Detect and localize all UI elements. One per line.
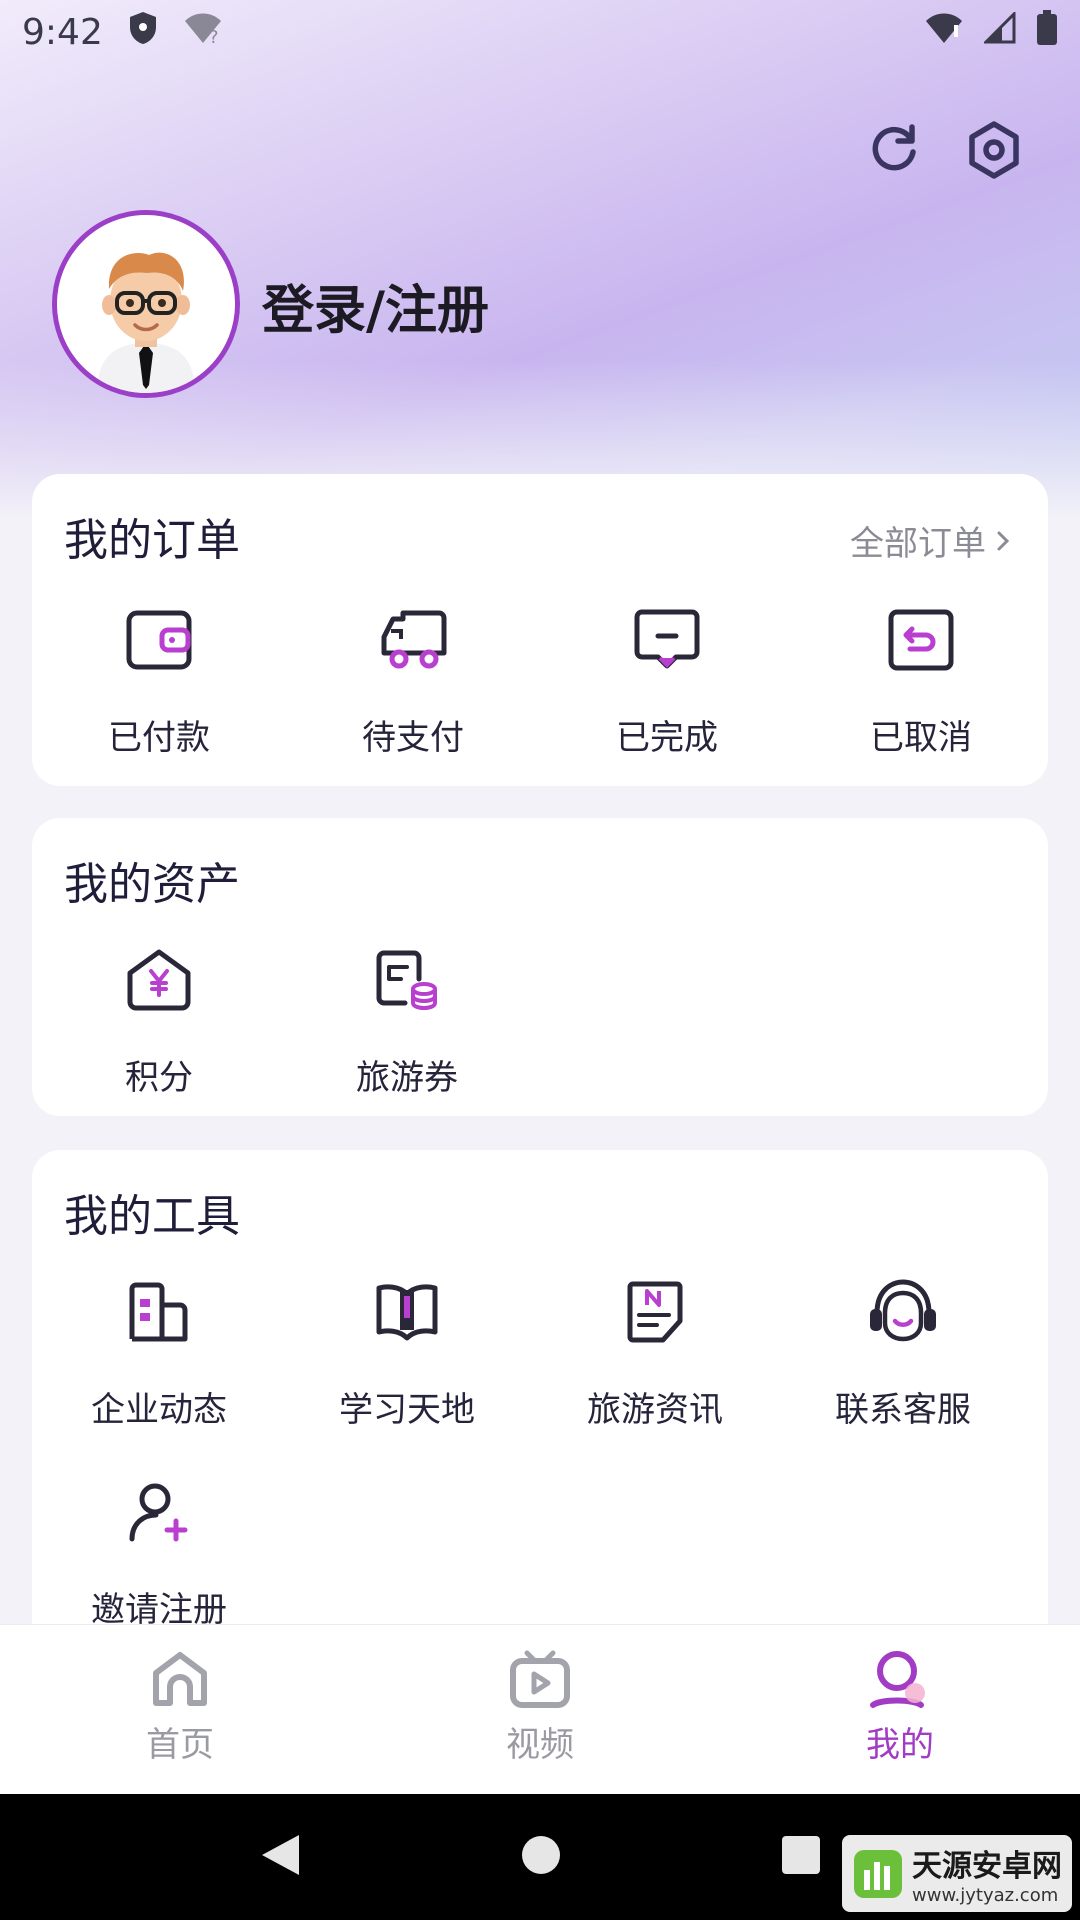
avatar-cartoon-icon — [57, 215, 235, 393]
settings-icon[interactable] — [962, 118, 1026, 182]
back-icon[interactable] — [259, 1832, 301, 1882]
login-register-link[interactable]: 登录/注册 — [262, 268, 489, 343]
nav-video[interactable]: 视频 — [360, 1625, 720, 1794]
wifi-unknown-icon: ? — [183, 11, 223, 54]
learning-item[interactable]: 学习天地 — [280, 1276, 534, 1431]
nav-home[interactable]: 首页 — [0, 1625, 360, 1794]
company-news-item[interactable]: 企业动态 — [32, 1276, 286, 1431]
travel-news-label: 旅游资讯 — [587, 1390, 723, 1430]
assets-card: 我的资产 积分 旅游券 — [32, 818, 1048, 1116]
all-orders-link[interactable]: 全部订单 — [850, 516, 1010, 565]
nav-mine[interactable]: 我的 — [720, 1625, 1080, 1794]
wifi-icon — [924, 11, 964, 54]
yuan-points-icon — [123, 944, 195, 1016]
travel-coupon-label: 旅游券 — [356, 1058, 458, 1098]
header-actions — [862, 118, 1026, 182]
tools-card: 我的工具 企业动态 学习天地 旅游资讯 联系客服 邀请注册 — [32, 1150, 1048, 1670]
status-time: 9:42 — [22, 11, 103, 53]
assets-title: 我的资产 — [64, 859, 240, 910]
order-paid-item[interactable]: 已付款 — [32, 604, 286, 759]
refresh-icon[interactable] — [862, 118, 926, 182]
avatar[interactable] — [52, 210, 240, 398]
nav-mine-label: 我的 — [866, 1725, 934, 1765]
add-user-icon — [123, 1476, 195, 1548]
order-pending-item[interactable]: 待支付 — [286, 604, 540, 759]
order-cancelled-label: 已取消 — [870, 718, 972, 758]
delivery-truck-icon — [377, 604, 449, 676]
watermark: 天源安卓网 www.jytyaz.com — [842, 1835, 1072, 1912]
order-completed-item[interactable]: 已完成 — [540, 604, 794, 759]
news-icon — [619, 1276, 691, 1348]
home-icon — [153, 1652, 207, 1706]
headset-icon — [867, 1276, 939, 1348]
tv-icon — [510, 1650, 570, 1708]
chevron-right-icon — [997, 531, 1010, 550]
message-check-icon — [631, 604, 703, 676]
coupon-icon — [371, 944, 443, 1016]
travel-news-item[interactable]: 旅游资讯 — [528, 1276, 782, 1431]
points-label: 积分 — [125, 1058, 193, 1098]
order-cancelled-item[interactable]: 已取消 — [794, 604, 1048, 759]
orders-title: 我的订单 — [64, 515, 240, 566]
learning-label: 学习天地 — [339, 1390, 475, 1430]
watermark-url: www.jytyaz.com — [912, 1885, 1059, 1906]
bottom-navigation: 首页 视频 我的 — [0, 1624, 1080, 1794]
customer-service-label: 联系客服 — [835, 1390, 971, 1430]
tools-title: 我的工具 — [64, 1191, 240, 1242]
company-news-label: 企业动态 — [91, 1390, 227, 1430]
wallet-icon — [123, 604, 195, 676]
order-completed-label: 已完成 — [616, 718, 718, 758]
shield-icon — [127, 10, 159, 55]
profile-icon — [870, 1651, 925, 1708]
status-bar: 9:42 ? — [0, 0, 1080, 64]
nav-home-label: 首页 — [146, 1725, 214, 1765]
nav-video-label: 视频 — [506, 1725, 574, 1765]
battery-icon — [1036, 9, 1058, 55]
cellular-signal-icon — [982, 9, 1016, 53]
order-pending-label: 待支付 — [362, 718, 464, 758]
building-icon — [123, 1276, 195, 1348]
travel-coupon-item[interactable]: 旅游券 — [280, 944, 534, 1099]
book-icon — [371, 1276, 443, 1348]
customer-service-item[interactable]: 联系客服 — [776, 1276, 1030, 1431]
watermark-logo-icon — [854, 1849, 902, 1898]
invite-register-item[interactable]: 邀请注册 — [32, 1476, 286, 1631]
points-item[interactable]: 积分 — [32, 944, 286, 1099]
return-icon — [885, 604, 957, 676]
watermark-title: 天源安卓网 — [912, 1849, 1062, 1884]
orders-card: 我的订单 全部订单 已付款 待支付 已完成 已取消 — [32, 474, 1048, 786]
svg-text:?: ? — [209, 27, 219, 45]
recents-icon[interactable] — [781, 1835, 821, 1879]
all-orders-label: 全部订单 — [850, 524, 986, 564]
home-circle-icon[interactable] — [520, 1834, 562, 1880]
order-paid-label: 已付款 — [108, 718, 210, 758]
